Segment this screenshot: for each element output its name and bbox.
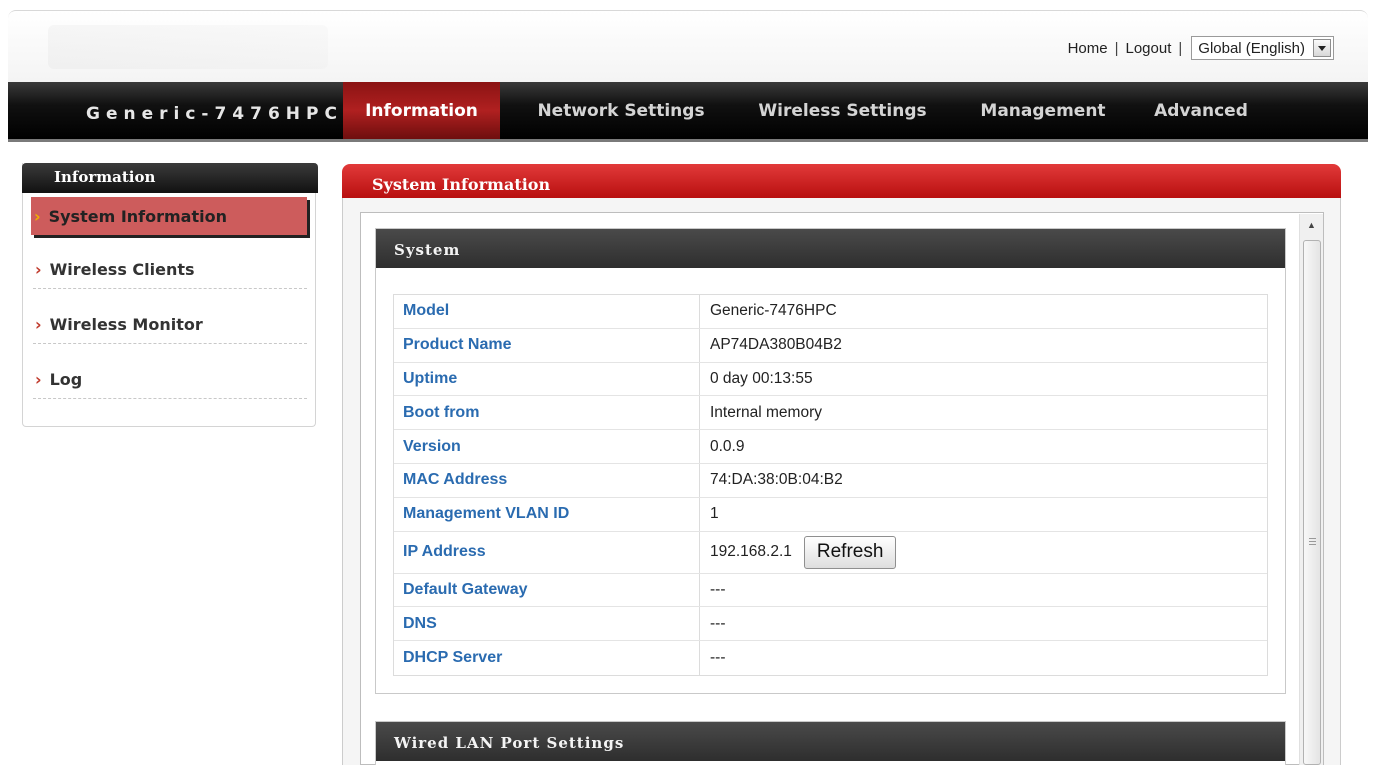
row-label: DHCP Server (394, 641, 700, 675)
sidebar-item-system-information[interactable]: › System Information (31, 197, 307, 235)
table-row: Management VLAN ID 1 (394, 497, 1267, 532)
sidebar-item-label: System Information (48, 206, 227, 226)
section-heading: Wired LAN Port Settings (376, 722, 1285, 761)
row-value: --- (710, 580, 726, 598)
table-row: Boot from Internal memory (394, 396, 1267, 431)
chevron-right-icon: › (34, 206, 41, 226)
sidebar-item-log[interactable]: › Log (33, 361, 307, 399)
top-links: Home | Logout | Global (English) (1068, 36, 1334, 60)
table-row: DNS --- (394, 607, 1267, 642)
row-value-cell: 192.168.2.1 Refresh (700, 532, 1267, 573)
dropdown-arrow-button[interactable] (1313, 39, 1331, 57)
device-brand: Generic-7476HPC (86, 104, 343, 124)
sidebar-item-label: Wireless Monitor (49, 315, 203, 334)
row-label: MAC Address (394, 463, 700, 497)
row-value: 1 (710, 505, 719, 523)
table-row: Default Gateway --- (394, 573, 1267, 608)
row-label: Version (394, 430, 700, 463)
grip-icon (1309, 538, 1316, 545)
row-value: AP74DA380B04B2 (710, 336, 842, 354)
tab-network-settings[interactable]: Network Settings (516, 82, 726, 139)
ip-address-value: 192.168.2.1 (710, 543, 792, 561)
scroll-up-arrow-icon[interactable]: ▲ (1300, 214, 1323, 236)
row-value: Internal memory (710, 403, 822, 421)
table-row: IP Address 192.168.2.1 Refresh (394, 531, 1267, 574)
link-separator: | (1178, 39, 1183, 57)
row-label: Management VLAN ID (394, 497, 700, 531)
row-label: Model (394, 295, 700, 328)
logout-link[interactable]: Logout (1125, 40, 1171, 57)
main-nav: Generic-7476HPC Information Network Sett… (8, 82, 1368, 142)
page-title: System Information (342, 164, 1341, 198)
sidebar: Information › System Information › Wirel… (22, 163, 318, 427)
logo (48, 25, 328, 69)
row-value: --- (710, 649, 726, 667)
chevron-right-icon: › (35, 370, 42, 389)
row-label: Uptime (394, 362, 700, 396)
row-label: Boot from (394, 396, 700, 430)
sidebar-item-wireless-clients[interactable]: › Wireless Clients (33, 251, 307, 289)
row-label: IP Address (394, 531, 700, 573)
row-label: DNS (394, 607, 700, 641)
chevron-down-icon (1318, 45, 1326, 51)
row-label: Product Name (394, 328, 700, 362)
content-scrollbar[interactable]: ▲ (1299, 214, 1323, 765)
row-value: --- (710, 614, 726, 632)
sidebar-item-label: Log (49, 370, 83, 389)
link-separator: | (1114, 39, 1119, 57)
page-header: Home | Logout | Global (English) (8, 10, 1368, 82)
table-row: DHCP Server --- (394, 641, 1267, 675)
row-value: 74:DA:38:0B:04:B2 (710, 471, 843, 489)
table-row: MAC Address 74:DA:38:0B:04:B2 (394, 463, 1267, 498)
refresh-button[interactable]: Refresh (803, 535, 897, 569)
system-info-table: Model Generic-7476HPC Product Name AP74D… (393, 294, 1268, 676)
scroll-thumb[interactable] (1303, 240, 1321, 765)
table-row: Version 0.0.9 (394, 430, 1267, 464)
language-select[interactable]: Global (English) (1191, 36, 1334, 60)
home-link[interactable]: Home (1068, 40, 1108, 57)
table-row: Model Generic-7476HPC (394, 295, 1267, 329)
sidebar-item-label: Wireless Clients (49, 260, 195, 279)
tab-information[interactable]: Information (343, 82, 500, 139)
tab-advanced[interactable]: Advanced (1138, 82, 1264, 139)
row-label: Default Gateway (394, 573, 700, 607)
table-row: Product Name AP74DA380B04B2 (394, 328, 1267, 363)
system-section: System Model Generic-7476HPC Product Nam… (375, 228, 1286, 694)
section-heading: System (376, 229, 1285, 268)
tab-management[interactable]: Management (968, 82, 1118, 139)
language-value: Global (English) (1198, 39, 1305, 57)
tab-wireless-settings[interactable]: Wireless Settings (745, 82, 940, 139)
sidebar-item-wireless-monitor[interactable]: › Wireless Monitor (33, 306, 307, 344)
chevron-right-icon: › (35, 260, 42, 279)
row-value: Generic-7476HPC (710, 302, 837, 320)
sidebar-title: Information (22, 163, 318, 193)
row-value: 0.0.9 (710, 437, 745, 455)
wired-lan-section: Wired LAN Port Settings (375, 721, 1286, 765)
row-value: 0 day 00:13:55 (710, 369, 813, 387)
table-row: Uptime 0 day 00:13:55 (394, 362, 1267, 397)
chevron-right-icon: › (35, 315, 42, 334)
